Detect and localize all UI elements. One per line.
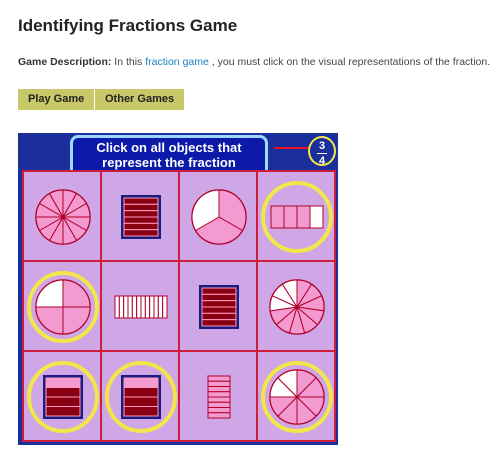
game-description: Game Description: In this fraction game … <box>18 56 490 68</box>
board-cell[interactable] <box>257 171 335 261</box>
game-board <box>22 170 336 442</box>
pie-fraction-object <box>261 361 333 433</box>
board-cell[interactable] <box>179 261 257 351</box>
fraction-denominator: 4 <box>318 155 326 167</box>
bar-fraction-object <box>261 181 333 253</box>
page-title: Identifying Fractions Game <box>18 16 238 35</box>
board-cell[interactable] <box>23 261 101 351</box>
pie-fraction-object <box>191 189 247 245</box>
board-cell[interactable] <box>101 261 179 351</box>
description-post: , you must click on the visual represent… <box>211 56 491 68</box>
pie-fraction-object <box>35 189 91 245</box>
other-games-button[interactable]: Other Games <box>95 89 185 110</box>
arrow-indicator <box>274 147 308 149</box>
game-frame: Click on all objects that represent the … <box>18 133 338 445</box>
fraction-game-link[interactable]: fraction game <box>145 56 209 68</box>
pie-fraction-object <box>27 271 99 343</box>
stack-fraction-object <box>121 195 161 239</box>
board-cell[interactable] <box>101 171 179 261</box>
pie-fraction-object <box>269 279 325 335</box>
board-cell[interactable] <box>179 171 257 261</box>
target-fraction: 3 4 <box>308 136 336 167</box>
description-pre: In this <box>114 56 143 68</box>
play-game-button[interactable]: Play Game <box>18 89 95 110</box>
stack-fraction-object <box>199 285 239 329</box>
bar-fraction-object <box>114 295 168 319</box>
board-cell[interactable] <box>179 351 257 441</box>
board-cell[interactable] <box>23 171 101 261</box>
stack-fraction-object <box>207 375 231 419</box>
board-cell[interactable] <box>101 351 179 441</box>
stack-fraction-object <box>27 361 99 433</box>
board-cell[interactable] <box>257 351 335 441</box>
description-label: Game Description: <box>18 56 112 68</box>
board-cell[interactable] <box>23 351 101 441</box>
stack-fraction-object <box>105 361 177 433</box>
fraction-numerator: 3 <box>318 140 326 152</box>
fraction-bar <box>317 153 327 154</box>
board-cell[interactable] <box>257 261 335 351</box>
